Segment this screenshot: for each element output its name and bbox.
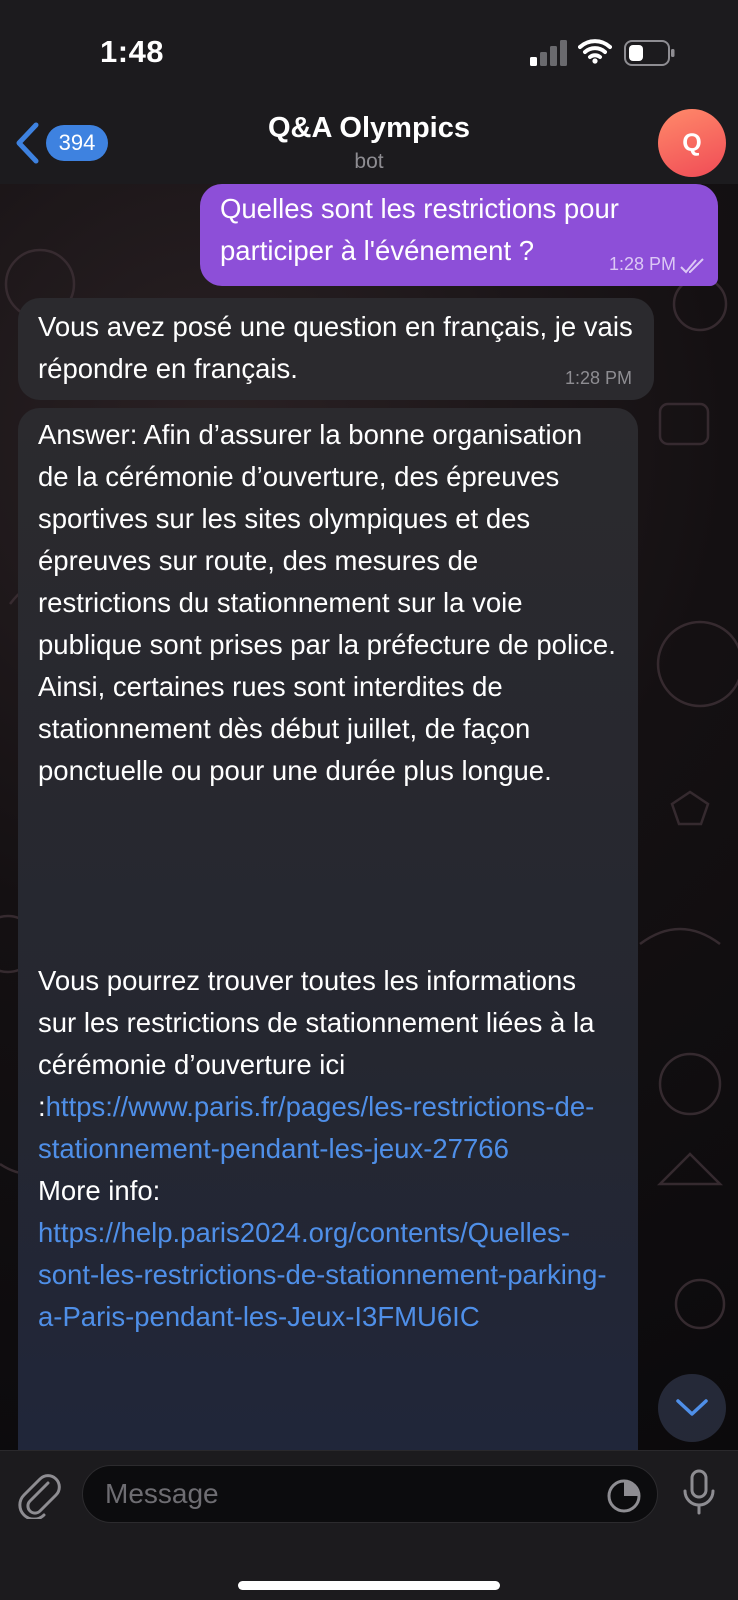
scroll-down-button[interactable] xyxy=(658,1374,726,1442)
message-time: 1:28 PM xyxy=(564,368,632,388)
message-input[interactable] xyxy=(82,1465,658,1523)
outgoing-message-text: Quelles sont les restrictions pour parti… xyxy=(220,193,619,266)
sticker-icon[interactable] xyxy=(606,1478,642,1514)
more-info-label: More info: xyxy=(38,1175,161,1206)
double-check-icon xyxy=(680,258,704,274)
incoming-message[interactable]: Vous avez posé une question en français,… xyxy=(18,298,654,400)
chat-title[interactable]: Q&A Olympics xyxy=(0,112,738,145)
message-input-bar xyxy=(0,1450,738,1600)
incoming-answer-message[interactable]: Answer: Afin d’assurer la bonne organisa… xyxy=(18,408,638,1468)
chevron-down-icon xyxy=(676,1399,708,1416)
status-time: 1:48 xyxy=(100,34,165,69)
blank-space xyxy=(38,792,618,960)
avatar[interactable]: Q xyxy=(658,109,726,177)
paperclip-icon[interactable] xyxy=(18,1471,62,1519)
more-info-link[interactable]: https://help.paris2024.org/contents/Quel… xyxy=(38,1217,607,1332)
chat-header: 394 Q&A Olympics bot Q xyxy=(0,104,738,186)
home-indicator xyxy=(238,1581,500,1590)
outgoing-message[interactable]: Quelles sont les restrictions pour parti… xyxy=(200,184,718,286)
answer-text: Answer: Afin d’assurer la bonne organisa… xyxy=(38,419,616,786)
microphone-icon[interactable] xyxy=(682,1469,716,1517)
incoming-message-text: Vous avez posé une question en français,… xyxy=(38,311,633,384)
battery-icon xyxy=(624,40,675,66)
wifi-icon xyxy=(578,39,612,64)
message-time: 1:28 PM xyxy=(608,254,676,274)
cellular-signal-icon xyxy=(530,40,567,66)
chat-subtitle: bot xyxy=(354,150,384,173)
parking-restrictions-link[interactable]: https://www.paris.fr/pages/les-restricti… xyxy=(38,1091,594,1164)
status-bar: 1:48 xyxy=(0,0,738,104)
